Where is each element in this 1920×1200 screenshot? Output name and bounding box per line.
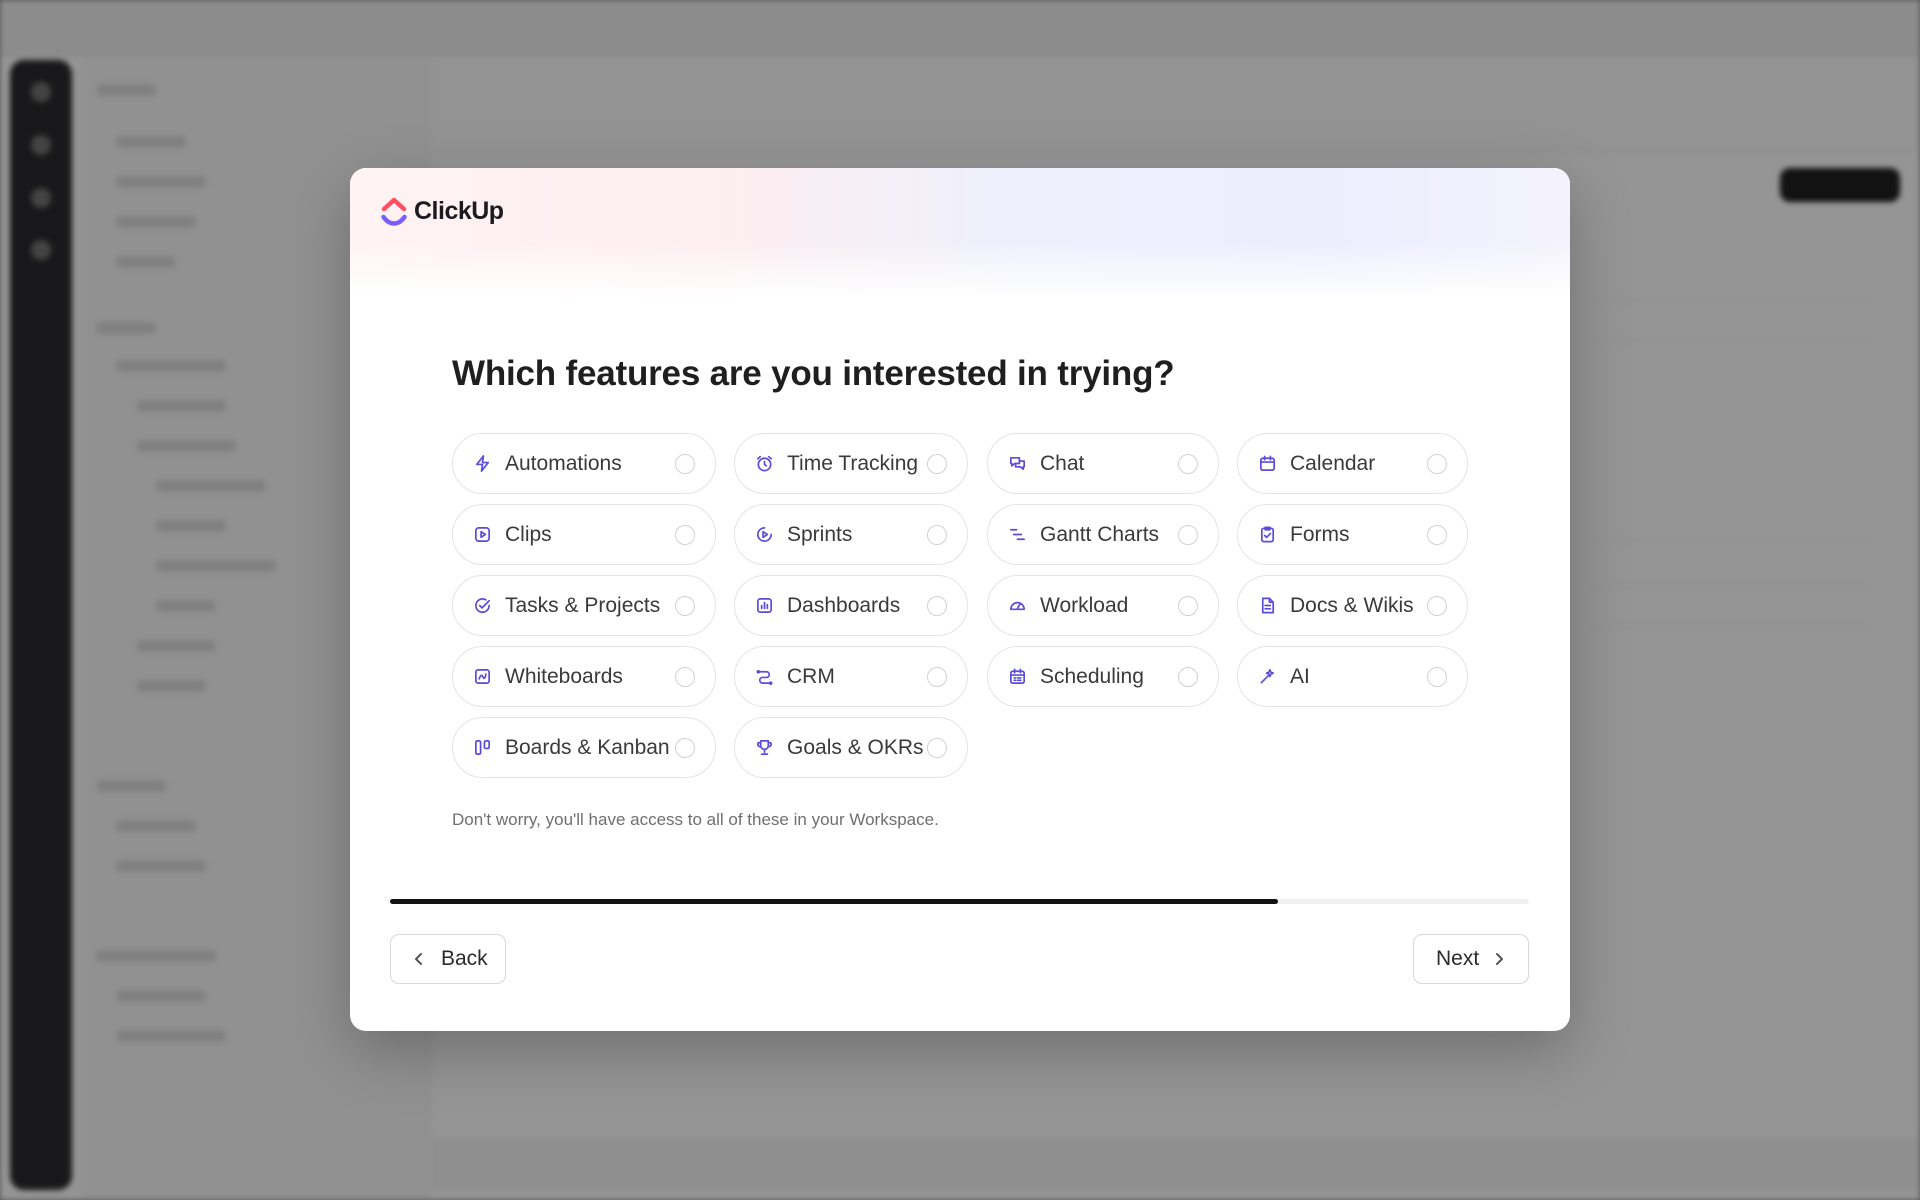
- back-button-label: Back: [441, 947, 488, 970]
- whiteboard-icon: [473, 667, 492, 686]
- feature-label: Clips: [505, 522, 552, 546]
- chat-bubbles-icon: [1008, 454, 1027, 473]
- feature-label: AI: [1290, 664, 1310, 688]
- brand-name: ClickUp: [414, 196, 504, 225]
- dialog-note: Don't worry, you'll have access to all o…: [452, 810, 939, 829]
- feature-radio[interactable]: [1427, 524, 1447, 545]
- feature-radio[interactable]: [1178, 453, 1198, 474]
- next-button-label: Next: [1436, 947, 1480, 970]
- crm-flow-icon: [755, 667, 774, 686]
- document-icon: [1258, 596, 1277, 615]
- feature-radio[interactable]: [1427, 453, 1447, 474]
- feature-option-dashboards[interactable]: Dashboards: [734, 575, 968, 636]
- feature-option-whiteboards[interactable]: Whiteboards: [452, 646, 716, 707]
- feature-radio[interactable]: [675, 595, 695, 616]
- clickup-logo-icon: [381, 197, 407, 226]
- feature-option-boards-kanban[interactable]: Boards & Kanban: [452, 717, 716, 778]
- feature-label: Automations: [505, 451, 622, 475]
- feature-option-scheduling[interactable]: Scheduling: [987, 646, 1219, 707]
- onboarding-progress-bar: [390, 899, 1529, 904]
- progress-bar-fill: [390, 899, 1279, 904]
- feature-radio[interactable]: [675, 453, 695, 474]
- feature-label: Scheduling: [1040, 664, 1144, 688]
- feature-radio[interactable]: [675, 737, 695, 758]
- feature-option-sprints[interactable]: Sprints: [734, 504, 968, 565]
- calendar-icon: [1258, 454, 1277, 473]
- video-clip-icon: [473, 525, 492, 544]
- feature-radio[interactable]: [1427, 595, 1447, 616]
- back-button[interactable]: Back: [390, 934, 506, 984]
- feature-label: Dashboards: [787, 593, 901, 617]
- feature-radio[interactable]: [1178, 524, 1198, 545]
- feature-radio[interactable]: [927, 453, 947, 474]
- feature-option-docs-wikis[interactable]: Docs & Wikis: [1237, 575, 1468, 636]
- feature-label: Chat: [1040, 451, 1085, 475]
- feature-radio[interactable]: [927, 595, 947, 616]
- feature-option-crm[interactable]: CRM: [734, 646, 968, 707]
- feature-option-automations[interactable]: Automations: [452, 433, 716, 494]
- feature-label: Time Tracking: [787, 451, 919, 475]
- chevron-left-icon: [415, 953, 422, 965]
- feature-option-time-tracking[interactable]: Time Tracking: [734, 433, 968, 494]
- feature-option-goals-okrs[interactable]: Goals & OKRs: [734, 717, 968, 778]
- feature-label: Sprints: [787, 522, 853, 546]
- feature-option-workload[interactable]: Workload: [987, 575, 1219, 636]
- feature-radio[interactable]: [1427, 666, 1447, 687]
- feature-option-forms[interactable]: Forms: [1237, 504, 1468, 565]
- feature-radio[interactable]: [675, 666, 695, 687]
- schedule-calendar-icon: [1008, 667, 1027, 686]
- chevron-right-icon: [1496, 953, 1504, 965]
- ai-sparkle-icon: [1258, 667, 1277, 686]
- feature-label: Tasks & Projects: [505, 593, 661, 617]
- feature-label: Workload: [1040, 593, 1129, 617]
- feature-label: Whiteboards: [505, 664, 623, 688]
- feature-option-ai[interactable]: AI: [1237, 646, 1468, 707]
- check-circle-icon: [473, 596, 492, 615]
- feature-option-calendar[interactable]: Calendar: [1237, 433, 1468, 494]
- feature-label: Gantt Charts: [1040, 522, 1160, 546]
- feature-option-chat[interactable]: Chat: [987, 433, 1219, 494]
- feature-radio[interactable]: [1178, 595, 1198, 616]
- feature-radio[interactable]: [927, 524, 947, 545]
- feature-interest-dialog: ClickUp Which features are you intereste…: [350, 168, 1570, 1031]
- feature-label: Forms: [1290, 522, 1350, 546]
- feature-radio[interactable]: [675, 524, 695, 545]
- gauge-icon: [1008, 596, 1027, 615]
- feature-label: Docs & Wikis: [1290, 593, 1414, 617]
- feature-radio[interactable]: [927, 666, 947, 687]
- feature-option-gantt-charts[interactable]: Gantt Charts: [987, 504, 1219, 565]
- trophy-icon: [755, 738, 774, 757]
- clickup-logo: ClickUp: [380, 196, 504, 226]
- feature-option-tasks-projects[interactable]: Tasks & Projects: [452, 575, 716, 636]
- feature-label: Calendar: [1290, 451, 1376, 475]
- kanban-icon: [473, 738, 492, 757]
- bar-chart-icon: [755, 596, 774, 615]
- bolt-icon: [473, 454, 492, 473]
- dialog-title: Which features are you interested in try…: [452, 354, 1175, 393]
- feature-label: Goals & OKRs: [787, 735, 924, 759]
- next-button[interactable]: Next: [1413, 934, 1529, 984]
- feature-label: CRM: [787, 664, 835, 688]
- form-clipboard-icon: [1258, 525, 1277, 544]
- dialog-header-gradient: [350, 168, 1570, 298]
- feature-option-clips[interactable]: Clips: [452, 504, 716, 565]
- alarm-clock-icon: [755, 454, 774, 473]
- feature-label: Boards & Kanban: [505, 735, 670, 759]
- feature-radio[interactable]: [1178, 666, 1198, 687]
- feature-radio[interactable]: [927, 737, 947, 758]
- sprint-play-icon: [755, 525, 774, 544]
- gantt-bars-icon: [1008, 525, 1027, 544]
